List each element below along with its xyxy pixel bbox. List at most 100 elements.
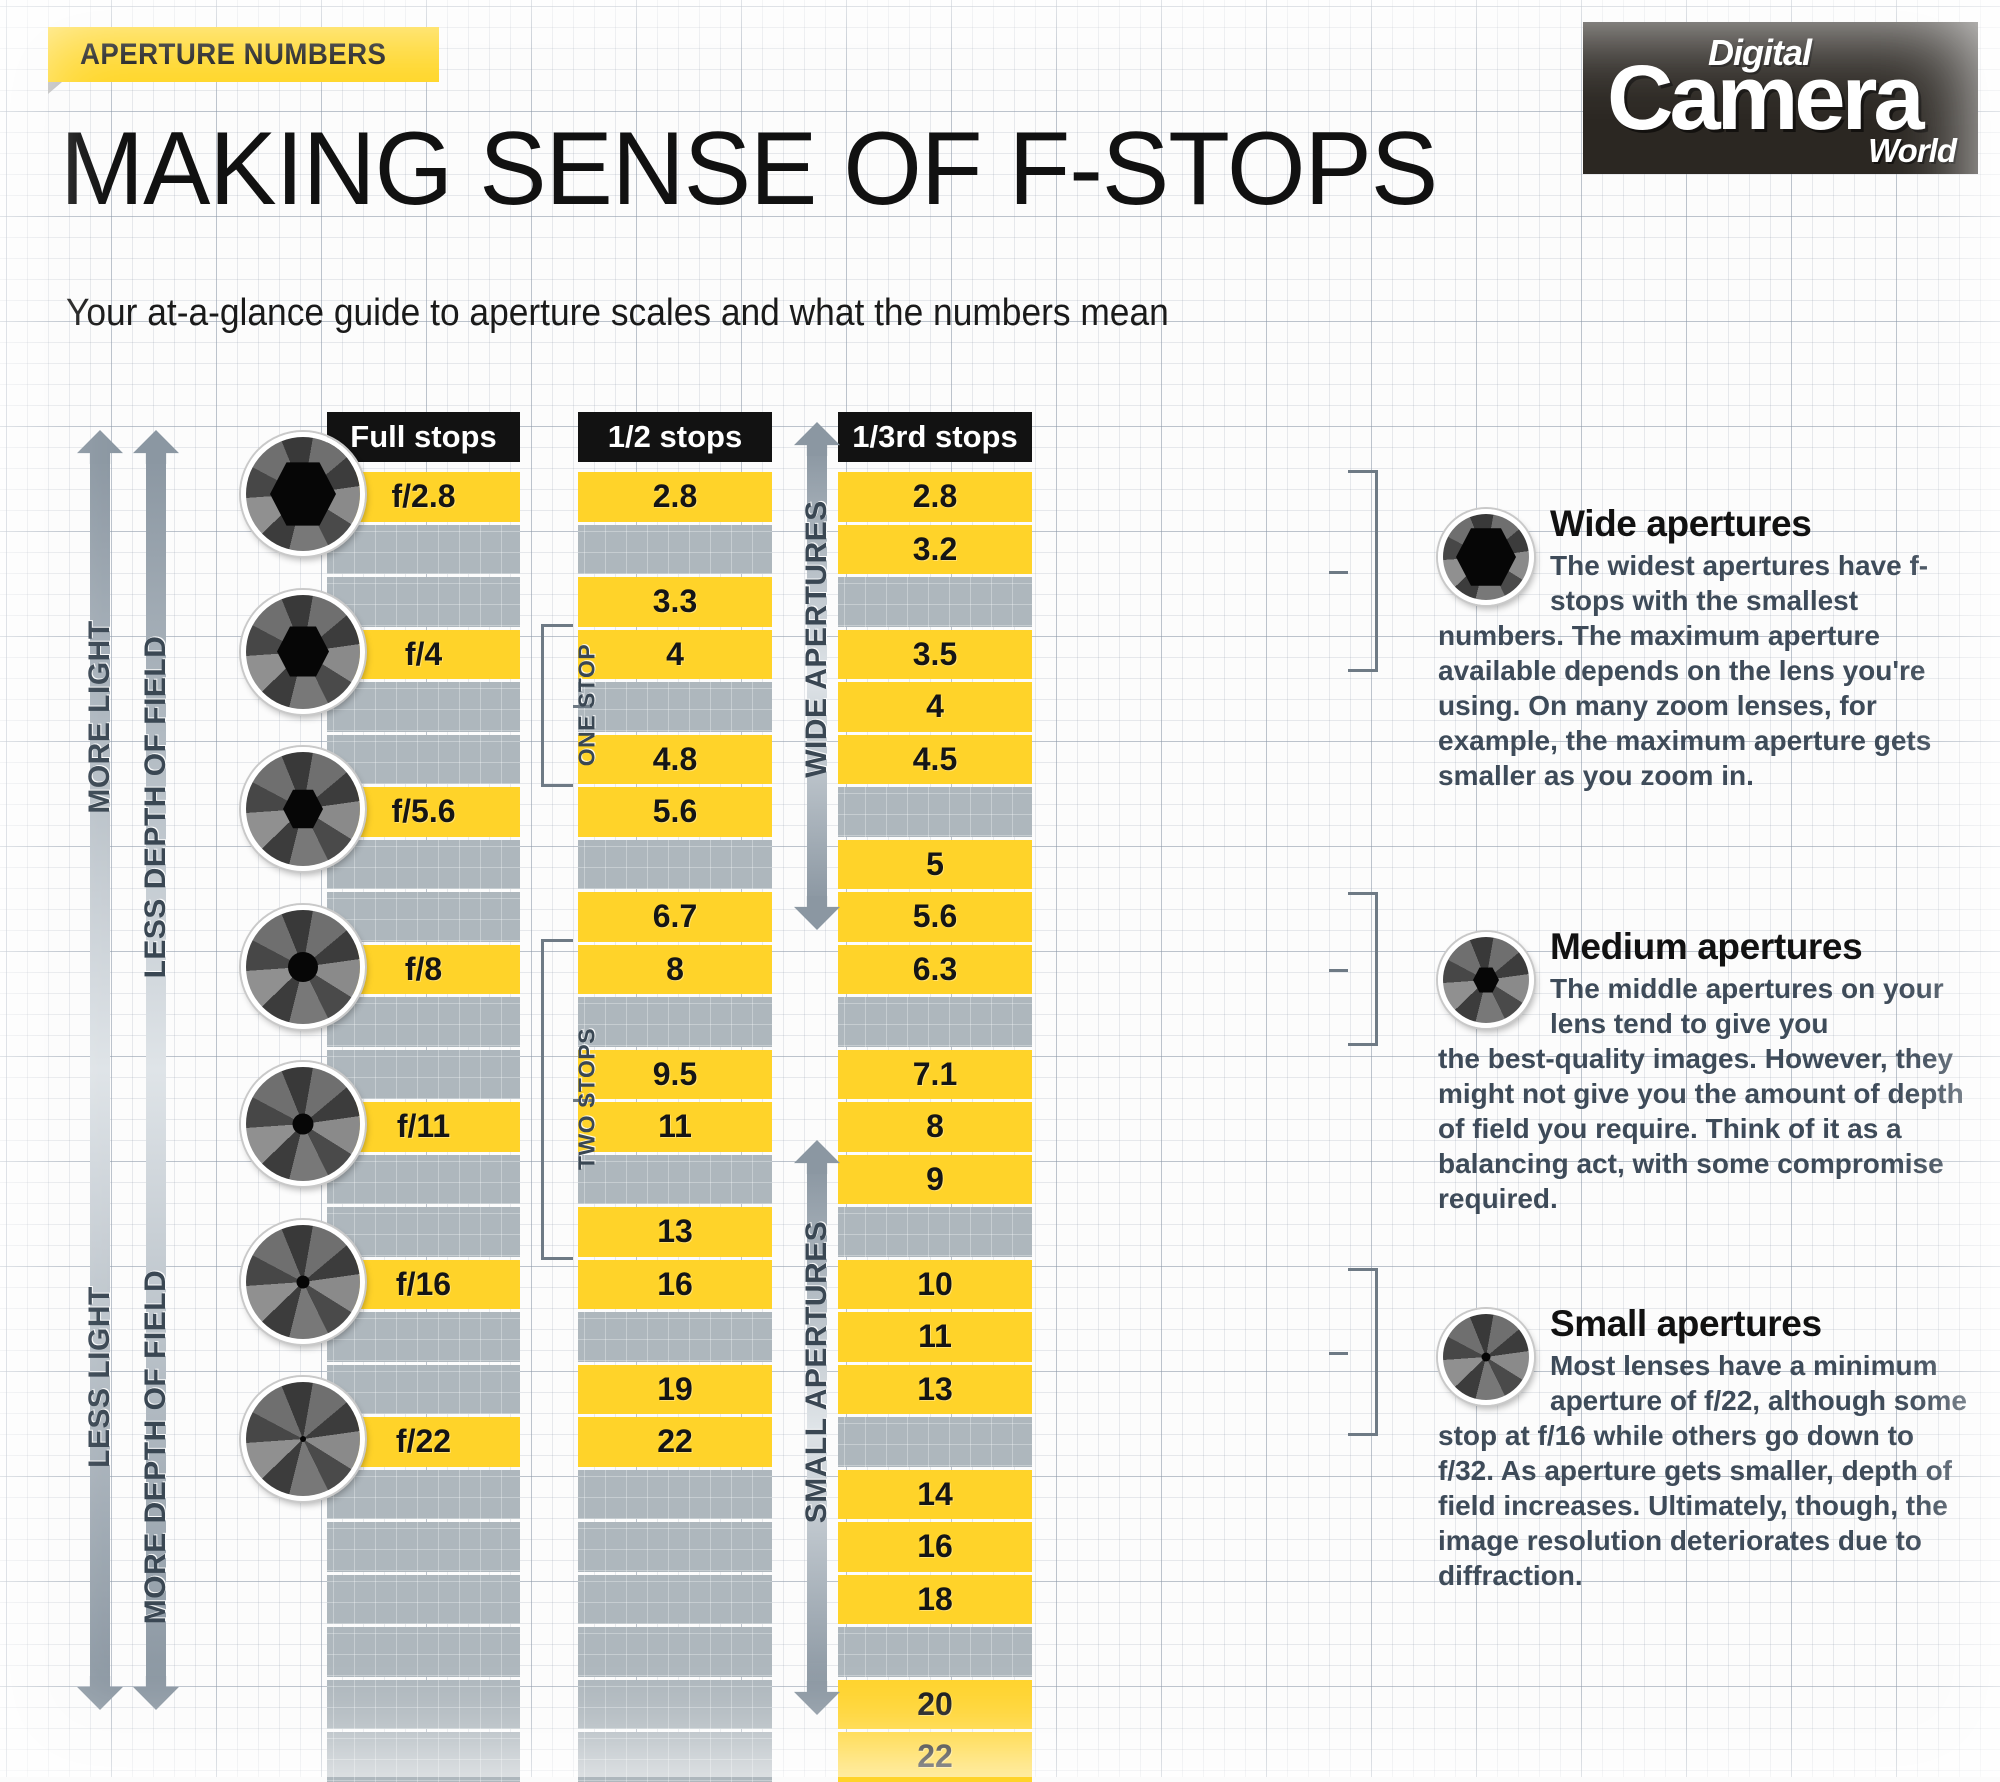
panel-body-rest: the best-quality images. However, they m… xyxy=(1438,1042,1964,1214)
table-cell-empty xyxy=(838,997,1032,1047)
aperture-blades xyxy=(1443,514,1529,600)
table-cell-value: 22 xyxy=(838,1732,1032,1782)
cell-label: 19 xyxy=(657,1370,693,1407)
table-cell-empty xyxy=(838,1207,1032,1257)
table-cell-value: 20 xyxy=(838,1679,1032,1729)
aperture-medium-icon xyxy=(1438,932,1534,1028)
aperture-blades xyxy=(246,437,360,551)
cell-label: 22 xyxy=(917,1738,953,1775)
table-cell-value: 6.3 xyxy=(838,944,1032,994)
panel-bracket-2 xyxy=(1329,1268,1378,1436)
logo-line-camera: Camera xyxy=(1607,47,1925,149)
aperture-blades xyxy=(246,1224,360,1339)
cell-label: 9 xyxy=(926,1160,944,1197)
table-cell-value: 6.7 xyxy=(578,892,772,942)
aperture-disc-medium-small xyxy=(241,1062,365,1186)
aperture-disc-medium-wide xyxy=(241,747,365,871)
table-cell-empty xyxy=(838,1417,1032,1467)
aperture-panel-0: Wide apertures The widest apertures have … xyxy=(1438,504,1968,793)
cell-label: 3.3 xyxy=(652,583,698,620)
kicker-label: APERTURE NUMBERS xyxy=(80,37,387,71)
cell-label: 16 xyxy=(917,1528,953,1565)
table-cell-empty xyxy=(578,839,772,889)
table-cell-value: 8 xyxy=(578,944,772,994)
table-cell-value: 3.2 xyxy=(838,524,1032,574)
table-cell-empty xyxy=(327,1154,520,1204)
table-cell-empty xyxy=(327,1679,520,1729)
panel-body-rest: stop at f/16 while others go down to f/3… xyxy=(1438,1419,1953,1591)
table-cell-value: 5.6 xyxy=(578,787,772,837)
cell-label: 4.8 xyxy=(652,740,698,777)
digital-camera-world-logo: Digital Camera World xyxy=(1583,22,1978,174)
table-cell-empty xyxy=(578,1627,772,1677)
table-cell-value: 16 xyxy=(838,1522,1032,1572)
table-cell-value: 8 xyxy=(838,1102,1032,1152)
aperture-opening xyxy=(1481,1352,1491,1362)
axis-label-less-light: LESS LIGHT xyxy=(83,1286,116,1468)
stop-bracket-label: TWO STOPS xyxy=(573,1027,600,1171)
arrow-down-icon xyxy=(77,1676,123,1710)
table-cell-value: 14 xyxy=(838,1469,1032,1519)
cell-label: 3.5 xyxy=(912,635,958,672)
aperture-blades xyxy=(246,1382,360,1496)
aperture-small-icon xyxy=(1438,1309,1534,1405)
table-cell-value: 9.5 xyxy=(578,1049,772,1099)
cell-label: 6.7 xyxy=(652,898,698,935)
aperture-opening xyxy=(288,951,318,982)
table-cell-value: 4 xyxy=(578,629,772,679)
table-cell-empty xyxy=(578,1574,772,1624)
cell-label: 20 xyxy=(917,1685,953,1722)
aperture-disc-small xyxy=(241,1219,365,1344)
table-cell-empty xyxy=(327,1469,520,1519)
axis-arrow-column: SMALL APERTURES xyxy=(794,1140,840,1715)
stop-bracket-label: ONE STOP xyxy=(573,644,600,767)
table-cell-value: 11 xyxy=(578,1102,772,1152)
cell-label: 4 xyxy=(926,688,944,725)
table-cell-value: 4.8 xyxy=(578,734,772,784)
bracket-tick xyxy=(1329,571,1348,574)
table-cell-empty xyxy=(327,524,520,574)
table-cell-value: 10 xyxy=(838,1259,1032,1309)
axis-label-wide-apertures: WIDE APERTURES xyxy=(800,500,833,778)
axis-arrow-column: MORE LIGHT LESS LIGHT xyxy=(77,430,123,1710)
aperture-blades xyxy=(246,1067,360,1181)
cell-label: 5.6 xyxy=(912,898,958,935)
table-cell-value: 5.6 xyxy=(838,892,1032,942)
cell-label: 11 xyxy=(918,1318,952,1355)
cell-label: 2.8 xyxy=(912,478,958,515)
table-cell-empty xyxy=(578,1522,772,1572)
table-cell-empty xyxy=(838,787,1032,837)
table-cell-value: 2.8 xyxy=(838,472,1032,522)
aperture-wide-icon xyxy=(1438,509,1534,605)
cell-label: 8 xyxy=(926,1108,944,1145)
aperture-opening xyxy=(292,1113,314,1135)
table-cell-empty xyxy=(327,1312,520,1362)
aperture-disc-widest xyxy=(241,432,365,556)
aperture-blades xyxy=(1443,937,1529,1023)
cell-label: 6.3 xyxy=(912,950,958,987)
aperture-panel-1: Medium apertures The middle apertures on … xyxy=(1438,927,1968,1216)
aperture-blades xyxy=(246,594,360,709)
table-cell-empty xyxy=(578,1469,772,1519)
axis-arrow-column: WIDE APERTURES xyxy=(794,422,840,930)
cell-label: 4 xyxy=(666,635,684,672)
column-header-half: 1/2 stops xyxy=(578,412,772,462)
cell-label: 16 xyxy=(657,1265,693,1302)
cell-label: 22 xyxy=(657,1423,693,1460)
aperture-disc-medium xyxy=(241,904,365,1029)
panel-bracket-1 xyxy=(1329,892,1378,1046)
table-cell-value: 11 xyxy=(838,1312,1032,1362)
table-cell-empty xyxy=(327,839,520,889)
aperture-opening xyxy=(277,626,329,677)
table-cell-empty xyxy=(578,1732,772,1782)
table-cell-empty xyxy=(578,682,772,732)
table-cell-empty xyxy=(327,682,520,732)
cell-label: 11 xyxy=(658,1108,692,1145)
aperture-blades xyxy=(246,909,360,1024)
cell-label: 14 xyxy=(917,1475,953,1512)
logo-line-world: World xyxy=(1868,132,1957,169)
axis-arrow-column: LESS DEPTH OF FIELD MORE DEPTH OF FIELD xyxy=(133,430,179,1710)
table-cell-value: 9 xyxy=(838,1154,1032,1204)
page-subtitle: Your at-a-glance guide to aperture scale… xyxy=(66,292,1169,334)
stop-bracket xyxy=(541,938,592,1260)
